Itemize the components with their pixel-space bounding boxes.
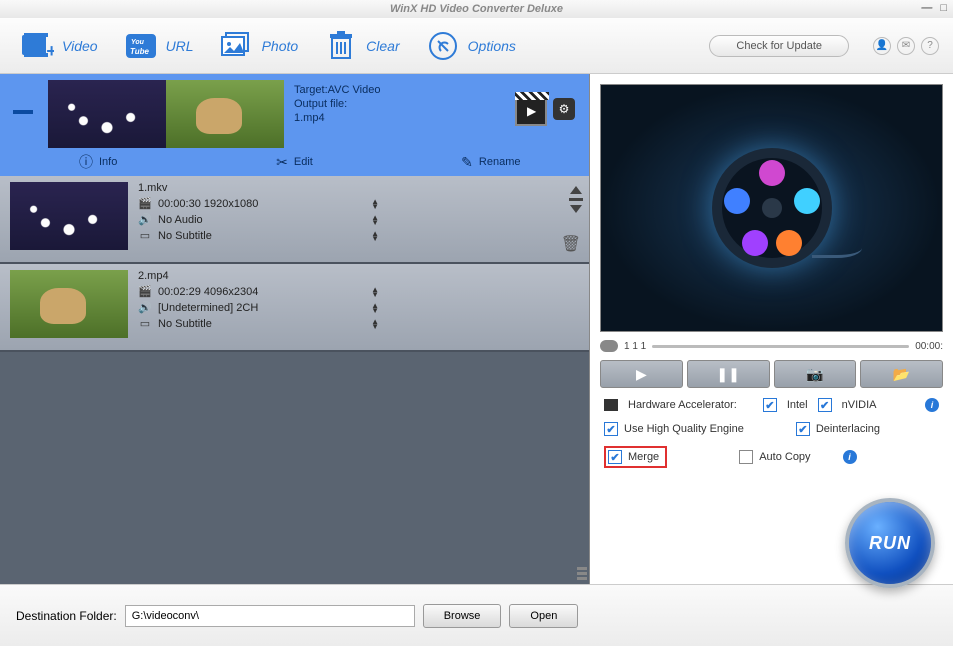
hq-engine-checkbox[interactable]: ✔ — [604, 422, 618, 436]
snapshot-button[interactable]: 📷 — [774, 360, 857, 388]
pause-button[interactable]: ❚❚ — [687, 360, 770, 388]
browse-button[interactable]: Browse — [423, 604, 502, 628]
stepper[interactable]: ▲▼ — [371, 319, 379, 329]
intel-checkbox[interactable]: ✔ — [763, 398, 777, 412]
autocopy-checkbox[interactable]: ✔ — [739, 450, 753, 464]
merge-checkbox[interactable]: ✔ — [608, 450, 622, 464]
check-update-button[interactable]: Check for Update — [709, 35, 849, 57]
play-button[interactable]: ▶ — [600, 360, 683, 388]
help-icon[interactable]: ? — [921, 37, 939, 55]
scissors-icon: ✂ — [276, 154, 288, 171]
trash-icon — [324, 29, 358, 63]
rename-icon: ✎ — [461, 154, 473, 171]
photo-icon — [220, 29, 254, 63]
stepper[interactable]: ▲▼ — [371, 303, 379, 313]
mail-icon[interactable]: ✉ — [897, 37, 915, 55]
delete-item-button[interactable]: 🗑 — [561, 234, 581, 254]
nvidia-checkbox[interactable]: ✔ — [818, 398, 832, 412]
speaker-icon: 🔊 — [138, 301, 152, 314]
list-item[interactable]: 2.mp4 🎬00:02:29 4096x2304▲▼ 🔊[Undetermin… — [0, 264, 589, 352]
rename-button[interactable]: ✎Rename — [393, 152, 589, 172]
footer-bar: Destination Folder: Browse Open — [0, 584, 953, 646]
stepper[interactable]: ▲▼ — [371, 199, 379, 209]
options-button[interactable]: Options — [420, 25, 522, 67]
video-preview — [600, 84, 943, 332]
arrow-down-icon[interactable] — [570, 205, 582, 213]
svg-text:+: + — [46, 41, 54, 61]
arrow-up-icon[interactable] — [570, 186, 582, 194]
wrench-icon — [426, 29, 460, 63]
stepper[interactable]: ▲▼ — [371, 231, 379, 241]
film-icon: 🎬 — [138, 285, 152, 298]
user-icon[interactable]: 👤 — [873, 37, 891, 55]
file-panel: Target:AVC Video Output file: 1.mp4 ⚙ ⓘI… — [0, 74, 590, 584]
file-name: 2.mp4 — [138, 270, 169, 282]
scroll-indicator[interactable] — [577, 567, 587, 582]
hw-accel-label: Hardware Accelerator: — [628, 399, 737, 411]
info-icon[interactable]: i — [925, 398, 939, 412]
window-title: WinX HD Video Converter Deluxe — [390, 3, 563, 15]
conversion-options: Hardware Accelerator: ✔ Intel ✔ nVIDIA i… — [604, 398, 939, 478]
maximize-button[interactable]: □ — [940, 2, 947, 14]
highlight-box-merge: ✔ Merge — [604, 446, 667, 468]
deinterlacing-checkbox[interactable]: ✔ — [796, 422, 810, 436]
minimize-button[interactable]: — — [921, 2, 932, 14]
collapse-icon[interactable] — [13, 110, 33, 114]
open-button[interactable]: Open — [509, 604, 578, 628]
subtitle-icon: ▭ — [138, 317, 152, 330]
youtube-icon: YouTube — [124, 29, 158, 63]
info-icon[interactable]: i — [843, 450, 857, 464]
stepper[interactable]: ▲▼ — [371, 215, 379, 225]
subtitle-icon: ▭ — [138, 229, 152, 242]
edit-button[interactable]: ✂Edit — [196, 152, 392, 172]
url-button[interactable]: YouTube URL — [118, 25, 200, 67]
file-name: 1.mkv — [138, 182, 167, 194]
item-action-bar: ⓘInfo ✂Edit ✎Rename — [0, 148, 589, 176]
svg-text:You: You — [131, 39, 145, 46]
thumbnail — [10, 182, 128, 250]
photo-button[interactable]: Photo — [214, 25, 305, 67]
clear-button[interactable]: Clear — [318, 25, 405, 67]
settings-gear-icon[interactable]: ⚙ — [553, 98, 575, 120]
speaker-icon: 🔊 — [138, 213, 152, 226]
svg-text:Tube: Tube — [130, 47, 150, 56]
timeline-slider[interactable]: 1 1 1 00:00: — [600, 340, 943, 352]
clapperboard-icon[interactable] — [515, 98, 547, 126]
selected-output-item[interactable]: Target:AVC Video Output file: 1.mp4 ⚙ — [0, 74, 589, 148]
dest-folder-input[interactable] — [125, 605, 415, 627]
reorder-control[interactable] — [569, 186, 583, 213]
thumbnail — [10, 270, 128, 338]
info-button[interactable]: ⓘInfo — [0, 152, 196, 172]
playback-controls: ▶ ❚❚ 📷 📂 — [600, 360, 943, 388]
titlebar: WinX HD Video Converter Deluxe — □ — [0, 0, 953, 18]
slider-knob[interactable] — [600, 340, 618, 352]
info-icon: ⓘ — [79, 152, 93, 172]
open-folder-button[interactable]: 📂 — [860, 360, 943, 388]
stepper[interactable]: ▲▼ — [371, 287, 379, 297]
film-reel-icon — [712, 148, 832, 268]
video-button[interactable]: + Video — [14, 25, 104, 67]
thumbnail-1 — [48, 80, 166, 148]
chip-icon — [604, 399, 618, 411]
video-icon: + — [20, 29, 54, 63]
slider-track[interactable] — [652, 345, 909, 348]
source-file-list: 1.mkv 🎬00:00:30 1920x1080▲▼ 🔊No Audio▲▼ … — [0, 176, 589, 584]
list-item[interactable]: 1.mkv 🎬00:00:30 1920x1080▲▼ 🔊No Audio▲▼ … — [0, 176, 589, 264]
film-icon: 🎬 — [138, 197, 152, 210]
dest-folder-label: Destination Folder: — [16, 609, 117, 623]
main-toolbar: + Video YouTube URL Photo Clear Options … — [0, 18, 953, 74]
run-button[interactable]: RUN — [845, 498, 935, 588]
thumbnail-2 — [166, 80, 284, 148]
